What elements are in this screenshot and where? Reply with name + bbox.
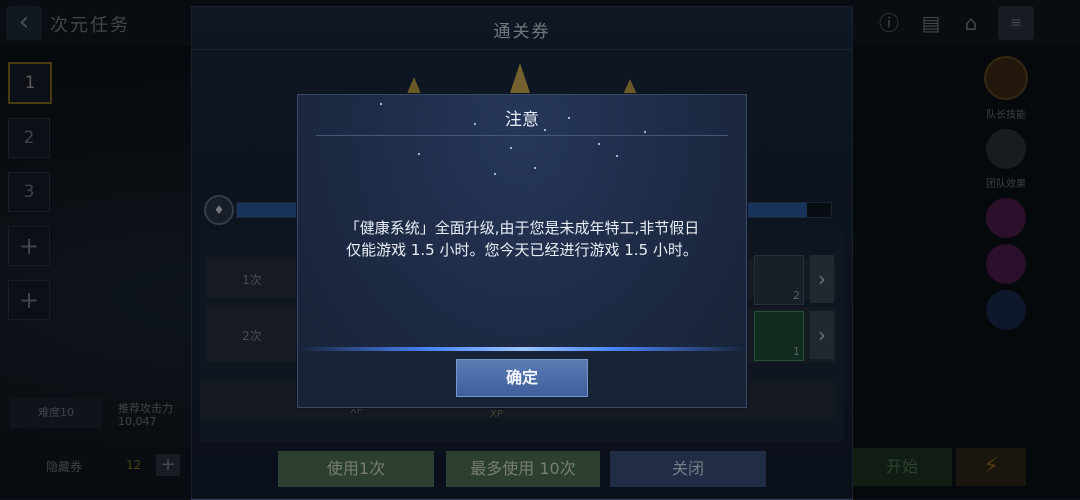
- home-icon[interactable]: ⌂: [958, 10, 984, 36]
- divider: [192, 49, 852, 50]
- left-tabs: 1 2 3 + +: [8, 62, 52, 334]
- notice-dialog: 注意 「健康系统」全面升级,由于您是未成年特工,非节假日 仅能游戏 1.5 小时…: [297, 94, 747, 408]
- skill-icon-2[interactable]: [986, 244, 1026, 284]
- row-label: 2次: [242, 329, 262, 343]
- add-hidden-ticket-button[interactable]: +: [156, 454, 180, 476]
- tab-3[interactable]: 3: [8, 172, 50, 212]
- sparkle: [494, 173, 496, 175]
- tab-2[interactable]: 2: [8, 118, 50, 158]
- skill-icon-1[interactable]: [986, 198, 1026, 238]
- sparkle: [568, 117, 570, 119]
- sparkle: [616, 155, 618, 157]
- start-button[interactable]: 开始: [852, 448, 952, 486]
- difficulty-badge: 难度10: [10, 398, 102, 428]
- recommend-value: 10,047: [118, 415, 157, 428]
- add-slot-button[interactable]: +: [8, 226, 50, 266]
- rank-icon: ♦: [204, 195, 234, 225]
- dialog-divider: [316, 135, 728, 136]
- row-label: 1次: [242, 273, 262, 287]
- use-max-button[interactable]: 最多使用 10次: [446, 451, 600, 487]
- xp-badge: XP: [490, 409, 503, 420]
- message-line-2: 仅能游戏 1.5 小时。您今天已经进行游戏 1.5 小时。: [346, 241, 698, 259]
- close-button[interactable]: 关闭: [610, 451, 766, 487]
- recommend-label: 推荐攻击力: [118, 402, 173, 415]
- reward-count: 2: [793, 289, 800, 302]
- reward-item[interactable]: 2: [754, 255, 804, 305]
- tab-1[interactable]: 1: [8, 62, 52, 104]
- ornament-spike: [510, 63, 530, 93]
- recommend-power: 推荐攻击力 10,047: [118, 402, 173, 428]
- dialog-message: 「健康系统」全面升级,由于您是未成年特工,非节假日 仅能游戏 1.5 小时。您今…: [322, 217, 722, 261]
- sparkle: [534, 167, 536, 169]
- right-column: 队长技能 团队效果: [982, 56, 1030, 336]
- skill-icon-3[interactable]: [986, 290, 1026, 330]
- menu-icon[interactable]: ≡: [998, 6, 1034, 40]
- team-effect-icon[interactable]: [986, 129, 1026, 169]
- hidden-ticket-label: 隐藏券: [46, 460, 83, 474]
- dialog-title: 注意: [505, 110, 539, 130]
- info-icon[interactable]: ⓘ: [876, 10, 902, 36]
- sparkle: [544, 129, 546, 131]
- reward-count: 1: [793, 345, 800, 358]
- next-arrow-button[interactable]: ›: [810, 255, 834, 303]
- add-slot-button-2[interactable]: +: [8, 280, 50, 320]
- confirm-button[interactable]: 确定: [456, 359, 588, 397]
- use-once-button[interactable]: 使用1次: [278, 451, 434, 487]
- chat-icon[interactable]: ▤: [918, 10, 944, 36]
- message-line-1: 「健康系统」全面升级,由于您是未成年特工,非节假日: [344, 219, 700, 237]
- ticket-panel-title: 通关券: [493, 22, 551, 42]
- sparkle: [644, 131, 646, 133]
- sparkle: [418, 153, 420, 155]
- sparkle: [474, 123, 476, 125]
- team-effect-label: 团队效果: [986, 179, 1026, 190]
- glow-line: [298, 347, 746, 351]
- lightning-icon[interactable]: ⚡: [956, 448, 1026, 486]
- back-button[interactable]: ‹: [6, 6, 42, 40]
- leader-skill-label: 队长技能: [986, 110, 1026, 121]
- screen-title: 次元任务: [50, 15, 130, 36]
- sparkle: [598, 143, 600, 145]
- hidden-ticket-count: 12: [126, 458, 142, 472]
- sparkle: [510, 147, 512, 149]
- leader-skill-icon[interactable]: [984, 56, 1028, 100]
- reward-item[interactable]: 1: [754, 311, 804, 361]
- next-arrow-button[interactable]: ›: [810, 311, 834, 359]
- sparkle: [380, 103, 382, 105]
